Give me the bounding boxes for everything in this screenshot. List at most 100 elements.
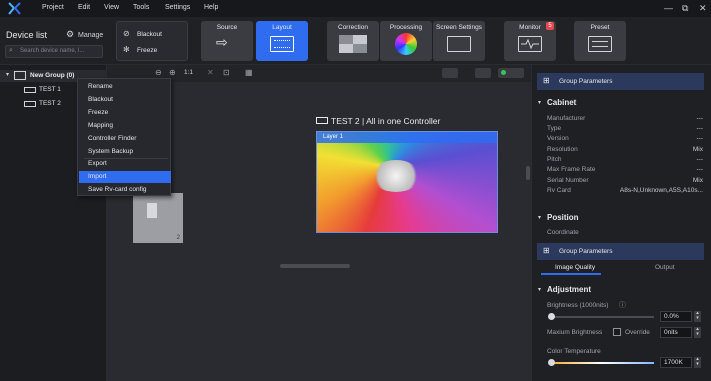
- override-checkbox[interactable]: [613, 328, 621, 336]
- color-temperature-input[interactable]: 1700K: [660, 357, 692, 368]
- screen-title: TEST 2 | All in one Controller: [331, 116, 441, 126]
- screen-grid-icon: [447, 36, 471, 52]
- menu-rename[interactable]: Rename: [88, 83, 113, 90]
- menu-controller-finder[interactable]: Controller Finder: [88, 135, 136, 142]
- color-temperature-label: Color Temperature: [547, 348, 601, 355]
- group-label: New Group (0): [30, 72, 75, 79]
- blackout-icon: ⊘: [123, 29, 130, 38]
- cabinet-prop-label: Pitch: [547, 156, 562, 163]
- horizontal-scrollbar[interactable]: [280, 264, 350, 268]
- zoom-1to1-button[interactable]: 1:1: [184, 69, 193, 76]
- layer-header: Layer 1: [317, 132, 497, 143]
- layer-label: Layer 1: [323, 134, 344, 140]
- freeze-button[interactable]: Freeze: [137, 47, 157, 54]
- tab-screen-settings[interactable]: Screen Settings: [433, 21, 485, 61]
- menu-freeze[interactable]: Freeze: [88, 109, 108, 116]
- device-context-menu: Rename Blackout Freeze Mapping Controlle…: [77, 78, 171, 196]
- tab-screen-settings-label: Screen Settings: [436, 24, 482, 31]
- menu-import[interactable]: Import: [88, 173, 106, 180]
- tab-monitor[interactable]: Monitor 5: [504, 21, 556, 61]
- chevron-down-icon[interactable]: ▾: [6, 71, 9, 78]
- chevron-down-icon[interactable]: ▾: [538, 286, 541, 293]
- brightness-label: Brightness (1000nits): [547, 302, 609, 309]
- menu-view[interactable]: View: [104, 4, 119, 11]
- layer-screen[interactable]: Layer 1: [316, 131, 498, 233]
- menu-settings[interactable]: Settings: [165, 4, 190, 11]
- manage-icon: ⚙: [66, 29, 75, 39]
- blackout-button[interactable]: Blackout: [137, 31, 162, 38]
- menu-export[interactable]: Export: [88, 160, 107, 167]
- tab-image-quality[interactable]: Image Quality: [555, 264, 595, 271]
- color-temperature-slider[interactable]: [549, 362, 654, 364]
- view-mode-button-1[interactable]: [442, 68, 458, 78]
- chevron-down-icon[interactable]: ▾: [538, 214, 541, 221]
- menu-save-rv-card-config[interactable]: Save Rv-card config: [88, 186, 147, 193]
- group-params-icon: ⊞: [543, 246, 550, 255]
- device-search-input[interactable]: ⌕ Search device name, l...: [5, 45, 103, 58]
- group-icon: [14, 71, 26, 80]
- vertical-scrollbar[interactable]: [526, 166, 530, 180]
- menu-project[interactable]: Project: [42, 4, 64, 11]
- device-label: TEST 2: [39, 100, 61, 107]
- brightness-input[interactable]: 0.0%: [660, 311, 692, 322]
- cabinet-prop-label: Version: [547, 135, 569, 142]
- minimize-button[interactable]: —: [664, 3, 673, 13]
- main-toolbar: ⊘ Blackout ✻ Freeze Source ⇨ Layout Corr…: [0, 17, 711, 65]
- color-temperature-stepper[interactable]: ▴ ▾: [694, 357, 701, 368]
- tab-source-label: Source: [216, 24, 238, 31]
- color-temperature-slider-knob[interactable]: [548, 359, 555, 366]
- brightness-slider[interactable]: [549, 316, 654, 318]
- info-icon[interactable]: ⓘ: [619, 300, 626, 310]
- manage-button[interactable]: Manage: [78, 32, 103, 39]
- tab-layout[interactable]: Layout: [256, 21, 308, 61]
- cabinet-prop-label: Max Frame Rate: [547, 166, 596, 173]
- tab-processing[interactable]: Processing: [380, 21, 432, 61]
- chevron-down-icon[interactable]: ▾: [538, 99, 541, 106]
- cabinet-prop-label: Rv Card: [547, 187, 571, 194]
- cabinet-prop-label: Manufacturer: [547, 115, 586, 122]
- maximize-button[interactable]: ⧉: [682, 3, 688, 14]
- tab-layout-label: Layout: [272, 24, 292, 31]
- menu-tools[interactable]: Tools: [133, 4, 149, 11]
- cabinet-prop-label: Serial Number: [547, 177, 589, 184]
- color-temperature-value: 1700K: [664, 359, 683, 366]
- coordinate-label: Coordinate: [547, 229, 579, 236]
- small-screen-box[interactable]: 2: [133, 193, 183, 243]
- small-screen-number: 2: [176, 235, 180, 241]
- zoom-out-icon[interactable]: ⊖: [155, 68, 162, 77]
- group-params-bar[interactable]: ⊞ Group Parameters: [537, 73, 704, 90]
- close-button[interactable]: ✕: [699, 3, 707, 14]
- max-brightness-input[interactable]: 0nits: [660, 327, 692, 338]
- tab-correction[interactable]: Correction: [327, 21, 379, 61]
- correction-icon: [339, 35, 367, 53]
- tab-correction-label: Correction: [338, 24, 368, 31]
- menu-mapping[interactable]: Mapping: [88, 122, 113, 129]
- pencil-center-highlight: [371, 160, 421, 192]
- device-icon: [24, 101, 36, 107]
- preset-icon: [588, 36, 612, 52]
- menu-help[interactable]: Help: [204, 4, 218, 11]
- tab-preset[interactable]: Preset: [574, 21, 626, 61]
- cabinet-prop-label: Type: [547, 125, 562, 132]
- close-icon[interactable]: ✕: [207, 68, 214, 77]
- view-mode-button-2[interactable]: [475, 68, 491, 78]
- group-params-bar-2[interactable]: ⊞ Group Parameters: [537, 243, 704, 260]
- max-brightness-stepper[interactable]: ▴ ▾: [694, 327, 701, 338]
- tab-source[interactable]: Source ⇨: [201, 21, 253, 61]
- freeze-icon: ✻: [123, 45, 130, 54]
- fit-icon[interactable]: ⊡: [223, 68, 230, 77]
- zoom-in-icon[interactable]: ⊕: [169, 68, 176, 77]
- tab-output[interactable]: Output: [655, 264, 675, 271]
- menu-blackout[interactable]: Blackout: [88, 96, 113, 103]
- menu-edit[interactable]: Edit: [78, 4, 90, 11]
- group-params-label: Group Parameters: [559, 78, 613, 85]
- device-list-title: Device list: [6, 30, 48, 40]
- cabinet-prop-value: Mix: [692, 177, 703, 184]
- cabinet-section-title: Cabinet: [547, 98, 577, 107]
- brightness-slider-knob[interactable]: [548, 313, 555, 320]
- view-mode-button-3[interactable]: [498, 68, 524, 78]
- search-icon: ⌕: [9, 47, 13, 54]
- menu-system-backup[interactable]: System Backup: [88, 148, 133, 155]
- brightness-stepper[interactable]: ▴ ▾: [694, 311, 701, 322]
- grid-toggle-icon[interactable]: ▦: [245, 68, 253, 77]
